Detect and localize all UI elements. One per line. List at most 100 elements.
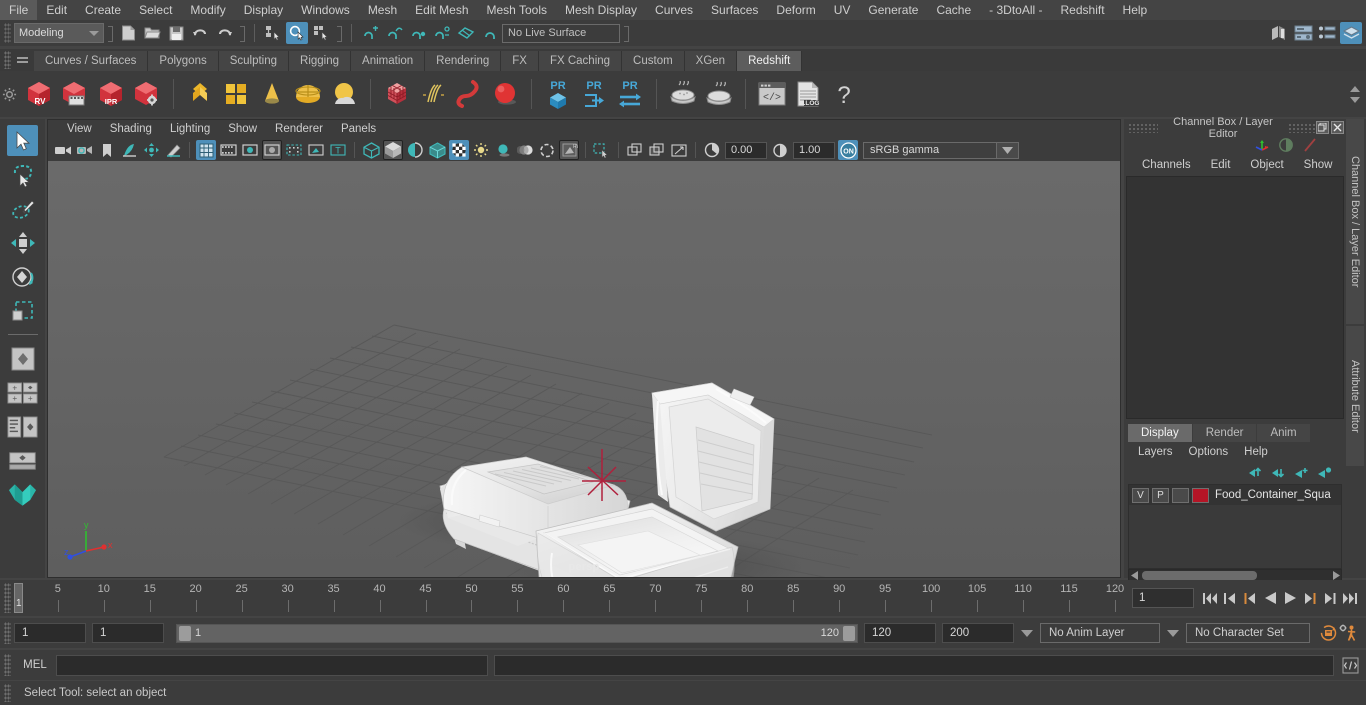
step-forward-key-icon[interactable]	[1300, 587, 1320, 609]
redshift-physical-sun-icon[interactable]	[327, 75, 361, 113]
viewport-menu-shading[interactable]: Shading	[101, 120, 161, 139]
auto-key-icon[interactable]	[1318, 622, 1338, 644]
animation-start-time-field[interactable]: 1	[14, 623, 86, 643]
snap-to-point-icon[interactable]	[407, 22, 429, 44]
shelf-scroll-up-icon[interactable]	[1350, 85, 1360, 92]
character-set-select[interactable]: No Character Set	[1186, 623, 1310, 643]
layer-menu-layers[interactable]: Layers	[1130, 446, 1181, 458]
isolate-select-icon[interactable]	[592, 140, 612, 160]
menu-item-create[interactable]: Create	[76, 0, 130, 20]
texture-borders-icon[interactable]: T	[328, 140, 348, 160]
redshift-pr-export-icon[interactable]: PR	[577, 75, 611, 113]
menu-item-mesh[interactable]: Mesh	[359, 0, 406, 20]
script-editor-icon[interactable]	[1340, 655, 1360, 675]
layer-color-swatch[interactable]	[1192, 487, 1209, 503]
tab-render[interactable]: Render	[1192, 424, 1257, 442]
channel-box-content[interactable]	[1126, 176, 1344, 419]
gate-mask-icon[interactable]	[262, 140, 282, 160]
redshift-material-blender-icon[interactable]	[219, 75, 253, 113]
show-hide-modeling-toolkit-icon[interactable]	[1268, 22, 1290, 44]
xray-mode-icon[interactable]	[625, 140, 645, 160]
gamma-field[interactable]: 1.00	[793, 141, 835, 159]
four-view-layout[interactable]: + + +	[7, 377, 38, 408]
scale-tool[interactable]	[7, 295, 38, 326]
layer-menu-help[interactable]: Help	[1236, 446, 1276, 458]
show-hide-channel-box-icon[interactable]	[1340, 22, 1362, 44]
depth-of-field-icon[interactable]: RW	[559, 140, 579, 160]
current-time-indicator[interactable]: 1	[14, 583, 23, 613]
menu-item-display[interactable]: Display	[235, 0, 292, 20]
color-management-dropdown-arrow[interactable]	[997, 141, 1019, 159]
shelf-tab-rendering[interactable]: Rendering	[425, 51, 502, 71]
live-surface-field[interactable]: No Live Surface	[502, 23, 620, 43]
menu-item-uv[interactable]: UV	[825, 0, 860, 20]
film-gate-icon[interactable]	[218, 140, 238, 160]
viewport-menu-renderer[interactable]: Renderer	[266, 120, 332, 139]
motion-blur-icon[interactable]	[515, 140, 535, 160]
smooth-shade-all-icon[interactable]	[383, 140, 403, 160]
select-by-object-icon[interactable]	[286, 22, 308, 44]
bookmark-icon[interactable]	[97, 140, 117, 160]
save-scene-icon[interactable]	[165, 22, 187, 44]
redshift-sphere-icon[interactable]	[488, 75, 522, 113]
panel-drag-handle-right[interactable]	[1288, 122, 1316, 133]
display-layer-list[interactable]: V P Food_Container_Squa	[1128, 484, 1342, 569]
exposure-icon[interactable]	[702, 140, 722, 160]
new-scene-icon[interactable]	[117, 22, 139, 44]
xray-joints-icon[interactable]	[284, 140, 304, 160]
step-back-frame-icon[interactable]	[1220, 587, 1240, 609]
show-hide-attribute-editor-icon[interactable]	[1292, 22, 1314, 44]
image-plane-icon[interactable]	[119, 140, 139, 160]
select-tool[interactable]	[7, 125, 38, 156]
redshift-render-settings-icon[interactable]	[130, 75, 164, 113]
shelf-tab-animation[interactable]: Animation	[351, 51, 426, 71]
persp-outliner-layout[interactable]	[7, 411, 38, 442]
xray-active-components-icon[interactable]	[306, 140, 326, 160]
close-icon[interactable]	[1331, 121, 1344, 134]
shelf-tab-fx-caching[interactable]: FX Caching	[538, 51, 623, 71]
redshift-help-icon[interactable]: ?	[827, 75, 861, 113]
shelf-scroll-controls[interactable]	[1348, 73, 1366, 115]
shelf-tab-rigging[interactable]: Rigging	[289, 51, 352, 71]
redshift-bake-set-icon[interactable]	[702, 75, 736, 113]
time-slider-grip[interactable]	[4, 583, 11, 613]
redo-icon[interactable]	[213, 22, 235, 44]
menu-item-curves[interactable]: Curves	[646, 0, 702, 20]
channel-box-menu-channels[interactable]: Channels	[1132, 159, 1201, 171]
snap-to-view-plane-icon[interactable]	[455, 22, 477, 44]
shelf-options-icon[interactable]	[0, 71, 18, 117]
menu-item-cache[interactable]: Cache	[927, 0, 980, 20]
redshift-pr-object-icon[interactable]: PR	[541, 75, 575, 113]
channel-box-menu-object[interactable]: Object	[1240, 159, 1293, 171]
tab-anim[interactable]: Anim	[1257, 424, 1310, 442]
vtab-attribute-editor[interactable]: Attribute Editor	[1346, 326, 1364, 466]
screen-space-ao-icon[interactable]	[493, 140, 513, 160]
make-live-icon[interactable]	[479, 22, 501, 44]
redshift-bake-icon[interactable]	[666, 75, 700, 113]
open-scene-icon[interactable]	[141, 22, 163, 44]
snap-to-grid-icon[interactable]	[359, 22, 381, 44]
single-perspective-layout[interactable]	[7, 343, 38, 374]
shelf-tab-xgen[interactable]: XGen	[684, 51, 738, 71]
layer-row[interactable]: V P Food_Container_Squa	[1129, 485, 1341, 505]
menu-item-select[interactable]: Select	[130, 0, 181, 20]
snap-to-curve-icon[interactable]	[383, 22, 405, 44]
color-management-select[interactable]: sRGB gamma	[863, 141, 997, 159]
panel-zoom-icon[interactable]	[669, 140, 689, 160]
menu-item-edit[interactable]: Edit	[37, 0, 76, 20]
layer-menu-options[interactable]: Options	[1181, 446, 1237, 458]
color-management-toggle-icon[interactable]: ON	[838, 140, 858, 160]
shelf-scroll-down-icon[interactable]	[1350, 96, 1360, 103]
animation-preferences-icon[interactable]	[1338, 622, 1358, 644]
panel-drag-handle[interactable]	[1128, 122, 1158, 133]
shelf-tab-custom[interactable]: Custom	[622, 51, 685, 71]
redshift-dome-light-icon[interactable]	[291, 75, 325, 113]
go-to-start-icon[interactable]	[1200, 587, 1220, 609]
menu-set-selector[interactable]: Modeling	[14, 23, 104, 43]
redshift-material-icon[interactable]	[183, 75, 217, 113]
shaded-wireframe-icon[interactable]	[405, 140, 425, 160]
rotate-tool[interactable]	[7, 261, 38, 292]
menu-item-deform[interactable]: Deform	[767, 0, 824, 20]
wireframe-icon[interactable]	[361, 140, 381, 160]
select-by-component-icon[interactable]	[310, 22, 332, 44]
